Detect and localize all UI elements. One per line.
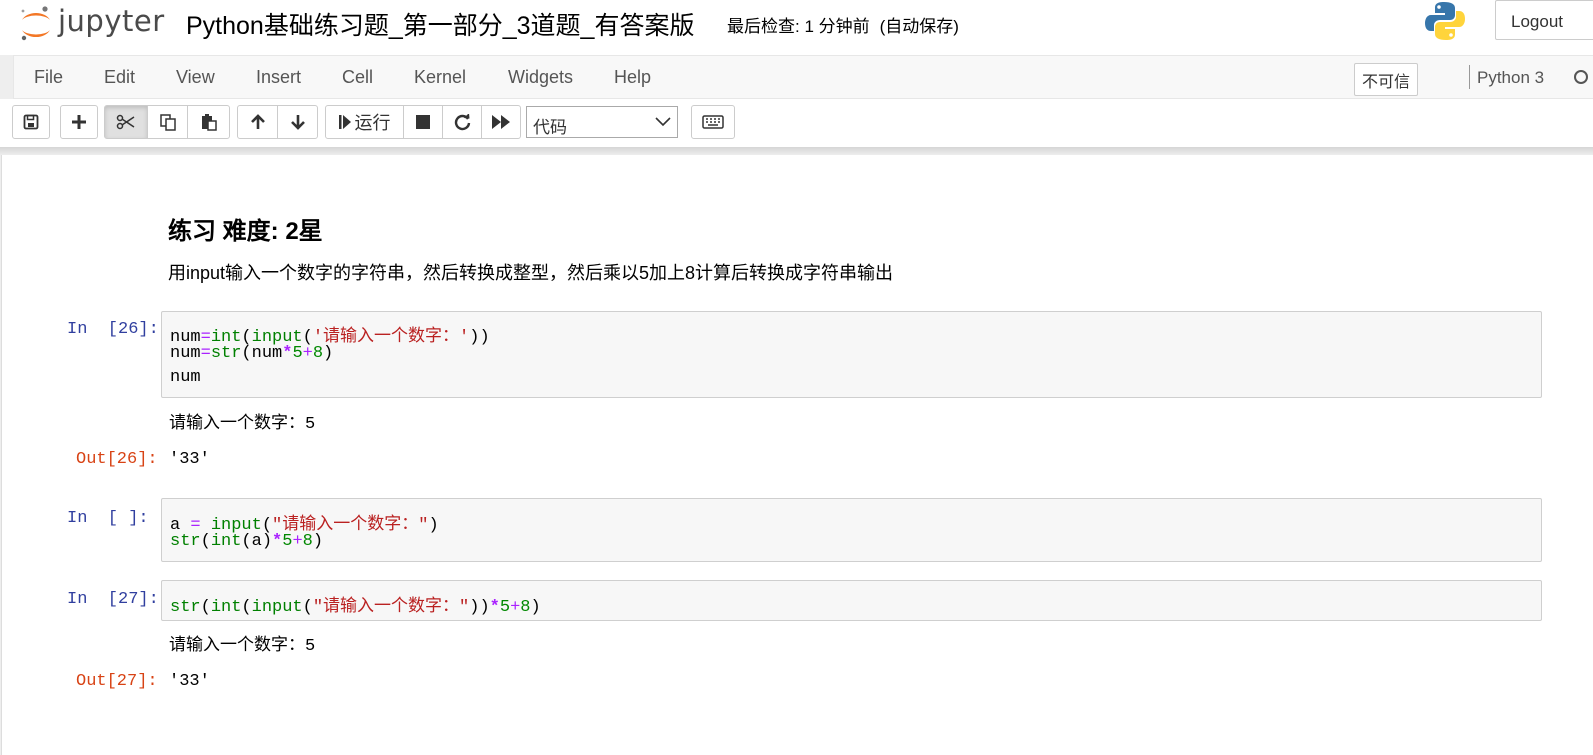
kernel-idle-indicator-icon (1574, 70, 1588, 84)
input-prompt: In [27]: (67, 590, 159, 609)
input-prompt: In [ ]: (67, 509, 149, 528)
menu-view[interactable]: View (176, 67, 215, 88)
notebook-title[interactable]: Python基础练习题_第一部分_3道题_有答案版 (186, 6, 694, 42)
copy-icon (159, 114, 176, 131)
toolbar-shadow (0, 147, 1593, 155)
copy-button[interactable] (147, 105, 188, 139)
menu-cell[interactable]: Cell (342, 67, 373, 88)
menu-edit[interactable]: Edit (104, 67, 135, 88)
restart-icon (454, 113, 470, 130)
code-line: str(int(a)*5+8) (170, 532, 324, 551)
cut-icon (116, 114, 135, 130)
menu-widgets[interactable]: Widgets (508, 67, 573, 88)
kernel-name[interactable]: Python 3 (1477, 68, 1544, 88)
plus-icon (72, 115, 86, 129)
arrow-down-icon (290, 115, 305, 130)
output-result: '33' (169, 672, 210, 691)
jupyter-logo-icon (21, 6, 50, 41)
input-prompt: In [26]: (67, 320, 159, 339)
restart-run-all-button[interactable] (481, 105, 521, 139)
menu-insert[interactable]: Insert (256, 67, 301, 88)
save-icon (23, 114, 39, 130)
toolbar: 运行 代码 (0, 99, 1593, 147)
paste-button[interactable] (187, 105, 230, 139)
restart-button[interactable] (442, 105, 482, 139)
checkpoint-label: 最后检查: 1 分钟前 (727, 17, 870, 36)
code-line: str(int(input("请输入一个数字："))*5+8) (170, 598, 541, 617)
code-line: num (170, 368, 201, 387)
code-line: num=str(num*5+8) (170, 344, 334, 363)
menu-file[interactable]: File (34, 67, 63, 88)
command-palette-button[interactable] (691, 105, 735, 139)
keyboard-icon (702, 115, 724, 129)
output-result: '33' (169, 450, 210, 469)
stdout-text: 请输入一个数字：5 (169, 415, 316, 434)
cell-type-select[interactable]: 代码 (526, 106, 678, 138)
autosave-label: (自动保存) (879, 17, 959, 36)
stop-icon (416, 115, 430, 129)
markdown-paragraph: 用input输入一个数字的字符串，然后转换成整型，然后乘以5加上8计算后转换成字… (168, 263, 894, 283)
menubar: File Edit View Insert Cell Kernel Widget… (13, 55, 1593, 99)
paste-icon (201, 114, 217, 131)
chevron-down-icon (655, 117, 671, 127)
checkpoint-status: 最后检查: 1 分钟前 (自动保存) (727, 12, 959, 37)
interrupt-button[interactable] (403, 105, 443, 139)
run-button[interactable]: 运行 (325, 105, 404, 139)
insert-cell-button[interactable] (60, 105, 98, 139)
output-prompt: Out[26]: (76, 450, 158, 469)
menu-kernel[interactable]: Kernel (414, 67, 466, 88)
move-down-button[interactable] (277, 105, 318, 139)
cut-button[interactable] (104, 105, 148, 139)
output-prompt: Out[27]: (76, 672, 158, 691)
code-cell-editor[interactable]: str(int(input("请输入一个数字："))*5+8) (161, 580, 1542, 621)
python-logo-icon (1425, 2, 1465, 40)
jupyter-logo[interactable]: jupyter (18, 3, 178, 43)
arrow-up-icon (250, 114, 265, 129)
run-label: 运行 (354, 113, 391, 133)
save-button[interactable] (12, 105, 50, 139)
menu-help[interactable]: Help (614, 67, 651, 88)
header: jupyter Python基础练习题_第一部分_3道题_有答案版 最后检查: … (0, 0, 1593, 55)
markdown-heading: 练习 难度: 2星 (168, 218, 323, 245)
move-up-button[interactable] (237, 105, 278, 139)
run-icon (338, 115, 351, 129)
stdout-text: 请输入一个数字：5 (169, 637, 316, 656)
cell-type-value: 代码 (533, 118, 567, 137)
logout-button[interactable]: Logout (1495, 0, 1593, 40)
fast-forward-icon (492, 115, 510, 129)
trust-badge[interactable]: 不可信 (1354, 63, 1419, 96)
code-cell-editor[interactable]: num=int(input('请输入一个数字：')) num=str(num*5… (161, 311, 1542, 398)
kernel-separator (1469, 65, 1470, 89)
jupyter-wordmark: jupyter (58, 4, 165, 38)
code-cell-editor[interactable]: a = input("请输入一个数字：") str(int(a)*5+8) (161, 498, 1542, 562)
